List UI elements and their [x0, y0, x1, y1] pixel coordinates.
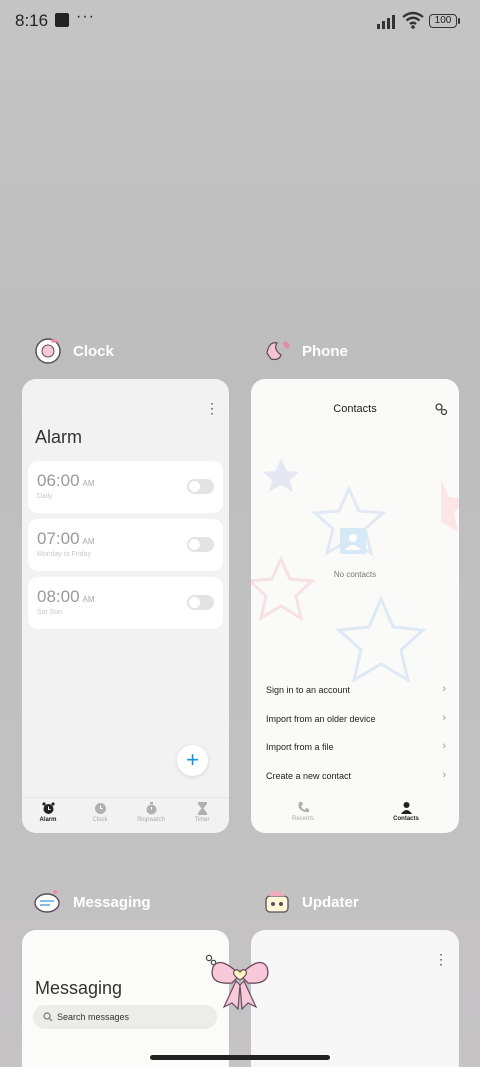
app-name-updater: Updater — [302, 894, 359, 911]
alarm-time: 08:00 AM — [37, 587, 95, 606]
phone-app-icon[interactable] — [263, 337, 291, 365]
more-vertical-icon[interactable]: ⋮ — [205, 401, 219, 415]
tab-stopwatch[interactable]: Stopwatch — [131, 802, 171, 823]
more-notifications-icon: ··· — [76, 8, 95, 25]
updater-app-card[interactable]: ⋮ — [251, 930, 459, 1067]
cellular-signal-icon — [377, 15, 395, 29]
hourglass-icon — [197, 802, 207, 815]
chevron-right-icon: › — [442, 712, 446, 724]
empty-contact-avatar-icon — [340, 528, 366, 554]
tab-clock[interactable]: Clock — [80, 802, 120, 823]
clock-icon — [94, 803, 106, 814]
stopwatch-icon — [146, 802, 156, 815]
option-sign-in[interactable]: Sign in to an account › — [266, 682, 446, 700]
notification-square-icon — [55, 13, 69, 27]
status-bar: 8:16 ··· 100 — [0, 0, 480, 44]
tab-recents[interactable]: Recents — [283, 801, 323, 822]
alarm-repeat: Daily — [37, 493, 53, 500]
alarm-row[interactable]: 07:00 AM Monday to Friday — [28, 519, 223, 571]
tab-timer[interactable]: Timer — [182, 802, 222, 823]
battery-icon: 100 — [429, 14, 460, 28]
phone-handset-icon — [298, 802, 309, 813]
app-name-messaging: Messaging — [73, 894, 151, 911]
add-alarm-button[interactable]: + — [177, 745, 208, 776]
alarm-time: 07:00 AM — [37, 529, 95, 548]
page-title: Messaging — [35, 978, 123, 998]
updater-app-icon[interactable] — [263, 888, 291, 916]
more-vertical-icon[interactable]: ⋮ — [434, 952, 448, 966]
status-time: 8:16 — [15, 11, 49, 30]
alarm-row[interactable]: 08:00 AM Sat Sun — [28, 577, 223, 629]
app-name-phone: Phone — [302, 343, 348, 360]
alarm-icon — [41, 802, 55, 814]
app-header-clock[interactable]: Clock — [34, 337, 184, 371]
app-header-messaging[interactable]: Messaging — [34, 888, 204, 922]
alarm-repeat: Monday to Friday — [37, 551, 92, 558]
page-title: Alarm — [35, 427, 83, 447]
home-indicator[interactable] — [150, 1055, 330, 1060]
messaging-app-card[interactable]: Messaging Search messages — [22, 930, 229, 1067]
chevron-right-icon: › — [442, 683, 446, 695]
phone-app-card[interactable]: Contacts No contacts Sign in to an accou… — [251, 379, 459, 833]
chevron-right-icon: › — [442, 769, 446, 781]
chevron-right-icon: › — [442, 740, 446, 752]
search-placeholder: Search messages — [57, 1012, 130, 1022]
person-icon — [400, 802, 412, 814]
search-input[interactable]: Search messages — [33, 1005, 217, 1029]
phone-bottom-nav: Recents Contacts — [251, 797, 459, 833]
alarm-toggle[interactable] — [187, 537, 214, 552]
clock-bottom-nav: Alarm Clock Stopwatch Timer — [22, 797, 229, 833]
tab-contacts[interactable]: Contacts — [386, 801, 426, 822]
app-name-clock: Clock — [73, 343, 114, 360]
settings-gear-icon[interactable] — [434, 402, 448, 416]
alarm-time: 06:00 AM — [37, 471, 95, 490]
option-import-older-device[interactable]: Import from an older device › — [266, 711, 446, 729]
ribbon-bow-icon — [211, 961, 269, 1010]
app-header-phone[interactable]: Phone — [263, 337, 413, 371]
wifi-icon — [402, 11, 424, 29]
tab-alarm[interactable]: Alarm — [28, 802, 68, 823]
alarm-repeat: Sat Sun — [37, 609, 62, 616]
option-import-file[interactable]: Import from a file › — [266, 739, 446, 757]
messaging-app-icon[interactable] — [34, 888, 62, 916]
clock-app-icon[interactable] — [34, 337, 62, 365]
option-create-contact[interactable]: Create a new contact › — [266, 768, 446, 786]
alarm-toggle[interactable] — [187, 479, 214, 494]
page-title: Contacts — [333, 403, 377, 415]
clock-app-card[interactable]: ⋮ Alarm 06:00 AM Daily 07:00 AM Monday to … — [22, 379, 229, 833]
alarm-row[interactable]: 06:00 AM Daily — [28, 461, 223, 513]
empty-state-text: No contacts — [333, 570, 377, 579]
alarm-toggle[interactable] — [187, 595, 214, 610]
app-header-updater[interactable]: Updater — [263, 888, 413, 922]
search-icon — [43, 1012, 53, 1022]
